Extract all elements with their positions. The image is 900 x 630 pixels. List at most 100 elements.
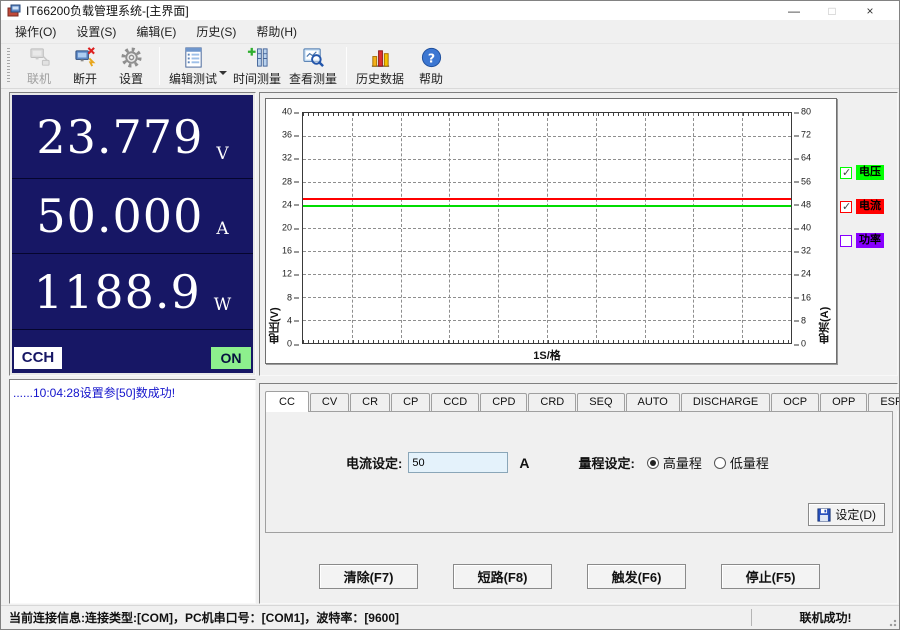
menu-edit[interactable]: 编辑(E) <box>126 20 186 43</box>
close-button[interactable]: × <box>851 2 889 20</box>
series-line-电流 <box>303 198 791 200</box>
tab-cc[interactable]: CC <box>265 391 309 412</box>
control-panel: CCCVCRCPCCDCPDCRDSEQAUTODISCHARGEOCPOPPE… <box>259 383 898 604</box>
gridline <box>303 182 791 183</box>
current-set-input[interactable] <box>408 452 508 473</box>
tab-cp[interactable]: CP <box>391 393 430 411</box>
menu-settings[interactable]: 设置(S) <box>66 20 126 43</box>
tab-cpd[interactable]: CPD <box>480 393 527 411</box>
resize-grip-icon[interactable] <box>887 617 897 627</box>
app-icon <box>7 4 21 18</box>
stop-button[interactable]: 停止(F5) <box>721 564 820 589</box>
help-button[interactable]: ? 帮助 <box>408 45 454 87</box>
axis-tick-label: 80 <box>794 108 811 117</box>
legend-label-current: 电流 <box>856 199 884 214</box>
menu-help[interactable]: 帮助(H) <box>246 20 307 43</box>
menu-operate[interactable]: 操作(O) <box>5 20 66 43</box>
tab-esr[interactable]: ESR <box>868 393 900 411</box>
floppy-icon <box>817 508 831 522</box>
tab-ccd[interactable]: CCD <box>431 393 479 411</box>
axis-tick-label: 24 <box>282 200 299 209</box>
set-button[interactable]: 设定(D) <box>808 503 885 526</box>
axis-tick-label: 48 <box>794 200 811 209</box>
time-measure-button[interactable]: 时间测量 <box>229 45 285 87</box>
axis-tick-label: 32 <box>282 154 299 163</box>
current-checkbox[interactable] <box>840 201 852 213</box>
legend-item: 电压 <box>840 165 898 180</box>
edit-test-button[interactable]: 编辑测试 <box>165 45 221 87</box>
axis-tick-label: 28 <box>282 177 299 186</box>
log-message: ......10:04:28设置参[50]数成功! <box>13 384 252 401</box>
history-data-icon <box>369 46 392 69</box>
radio-icon <box>647 457 659 469</box>
tab-crd[interactable]: CRD <box>528 393 576 411</box>
power-value: 1188.9 <box>34 269 201 315</box>
maximize-button[interactable]: □ <box>813 2 851 20</box>
toolbar-separator <box>346 47 347 85</box>
axis-tick-label: 36 <box>282 131 299 140</box>
log-box[interactable]: ......10:04:28设置参[50]数成功! <box>9 379 256 604</box>
toolbar-grip[interactable] <box>7 48 10 84</box>
axis-tick-label: 32 <box>794 247 811 256</box>
menu-history[interactable]: 历史(S) <box>186 20 246 43</box>
window-title: IT66200负载管理系统-[主界面] <box>26 2 189 19</box>
trigger-button[interactable]: 触发(F6) <box>587 564 686 589</box>
gridline <box>303 159 791 160</box>
settings-button[interactable]: 设置 <box>108 45 154 87</box>
disconnect-button[interactable]: 断开 <box>62 45 108 87</box>
legend-label-voltage: 电压 <box>856 165 884 180</box>
legend-item: 电流 <box>840 199 898 214</box>
mode-tabs: CCCVCRCPCCDCPDCRDSEQAUTODISCHARGEOCPOPPE… <box>265 390 892 411</box>
tab-seq[interactable]: SEQ <box>577 393 624 411</box>
legend-label-power: 功率 <box>856 233 884 248</box>
mode-badge: CCH <box>14 347 62 369</box>
x-axis-label: 1S/格 <box>302 347 792 363</box>
voltage-unit: V <box>216 144 228 164</box>
legend-item: 功率 <box>840 233 898 248</box>
connection-status: 联机成功! <box>751 609 899 626</box>
help-icon: ? <box>420 46 443 69</box>
axis-tick-label: 8 <box>794 316 806 325</box>
view-measure-button[interactable]: 查看测量 <box>285 45 341 87</box>
toolbar: 联机 断开 设置 <box>1 44 899 89</box>
cc-form-row: 电流设定: A 量程设定: 高量程 低量程 <box>346 452 769 473</box>
power-row: 1188.9 W <box>12 254 253 330</box>
chart-panel: 电压(V) 0481216202428323640 08162432404856… <box>259 92 898 376</box>
menu-bar: 操作(O) 设置(S) 编辑(E) 历史(S) 帮助(H) <box>1 20 899 44</box>
power-checkbox[interactable] <box>840 235 852 247</box>
axis-tick-label: 24 <box>794 270 811 279</box>
history-data-label: 历史数据 <box>356 70 404 87</box>
tab-opp[interactable]: OPP <box>820 393 867 411</box>
svg-text:?: ? <box>427 50 434 65</box>
axis-tick-label: 72 <box>794 131 811 140</box>
current-set-unit: A <box>519 455 529 471</box>
voltage-value: 23.779 <box>36 114 203 160</box>
connect-button[interactable]: 联机 <box>16 45 62 87</box>
app-window: IT66200负载管理系统-[主界面] — □ × 操作(O) 设置(S) 编辑… <box>0 0 900 630</box>
tab-discharge[interactable]: DISCHARGE <box>681 393 770 411</box>
edit-test-dropdown-icon[interactable] <box>219 71 227 75</box>
minimize-button[interactable]: — <box>775 2 813 20</box>
tab-auto[interactable]: AUTO <box>626 393 680 411</box>
history-data-button[interactable]: 历史数据 <box>352 45 408 87</box>
edit-test-label: 编辑测试 <box>169 70 217 87</box>
plot-box: 电压(V) 0481216202428323640 08162432404856… <box>265 98 837 364</box>
connection-info: 当前连接信息:连接类型:[COM]，PC机串口号：[COM1]，波特率：[960… <box>1 609 751 626</box>
axis-tick-label: 64 <box>794 154 811 163</box>
range-radio-low[interactable]: 低量程 <box>714 453 769 472</box>
range-radio-high[interactable]: 高量程 <box>647 453 702 472</box>
gridline <box>303 228 791 229</box>
view-measure-icon <box>302 46 325 69</box>
voltage-row: 23.779 V <box>12 95 253 179</box>
tab-ocp[interactable]: OCP <box>771 393 819 411</box>
title-bar: IT66200负载管理系统-[主界面] — □ × <box>1 1 899 20</box>
tab-cr[interactable]: CR <box>350 393 390 411</box>
set-button-label: 设定(D) <box>835 506 876 523</box>
display-footer: CCH ON <box>12 347 253 371</box>
short-circuit-button[interactable]: 短路(F8) <box>453 564 552 589</box>
tab-cv[interactable]: CV <box>310 393 349 411</box>
clear-button[interactable]: 清除(F7) <box>319 564 418 589</box>
tab-content: 电流设定: A 量程设定: 高量程 低量程 <box>265 411 893 533</box>
window-controls: — □ × <box>775 2 893 20</box>
voltage-checkbox[interactable] <box>840 167 852 179</box>
